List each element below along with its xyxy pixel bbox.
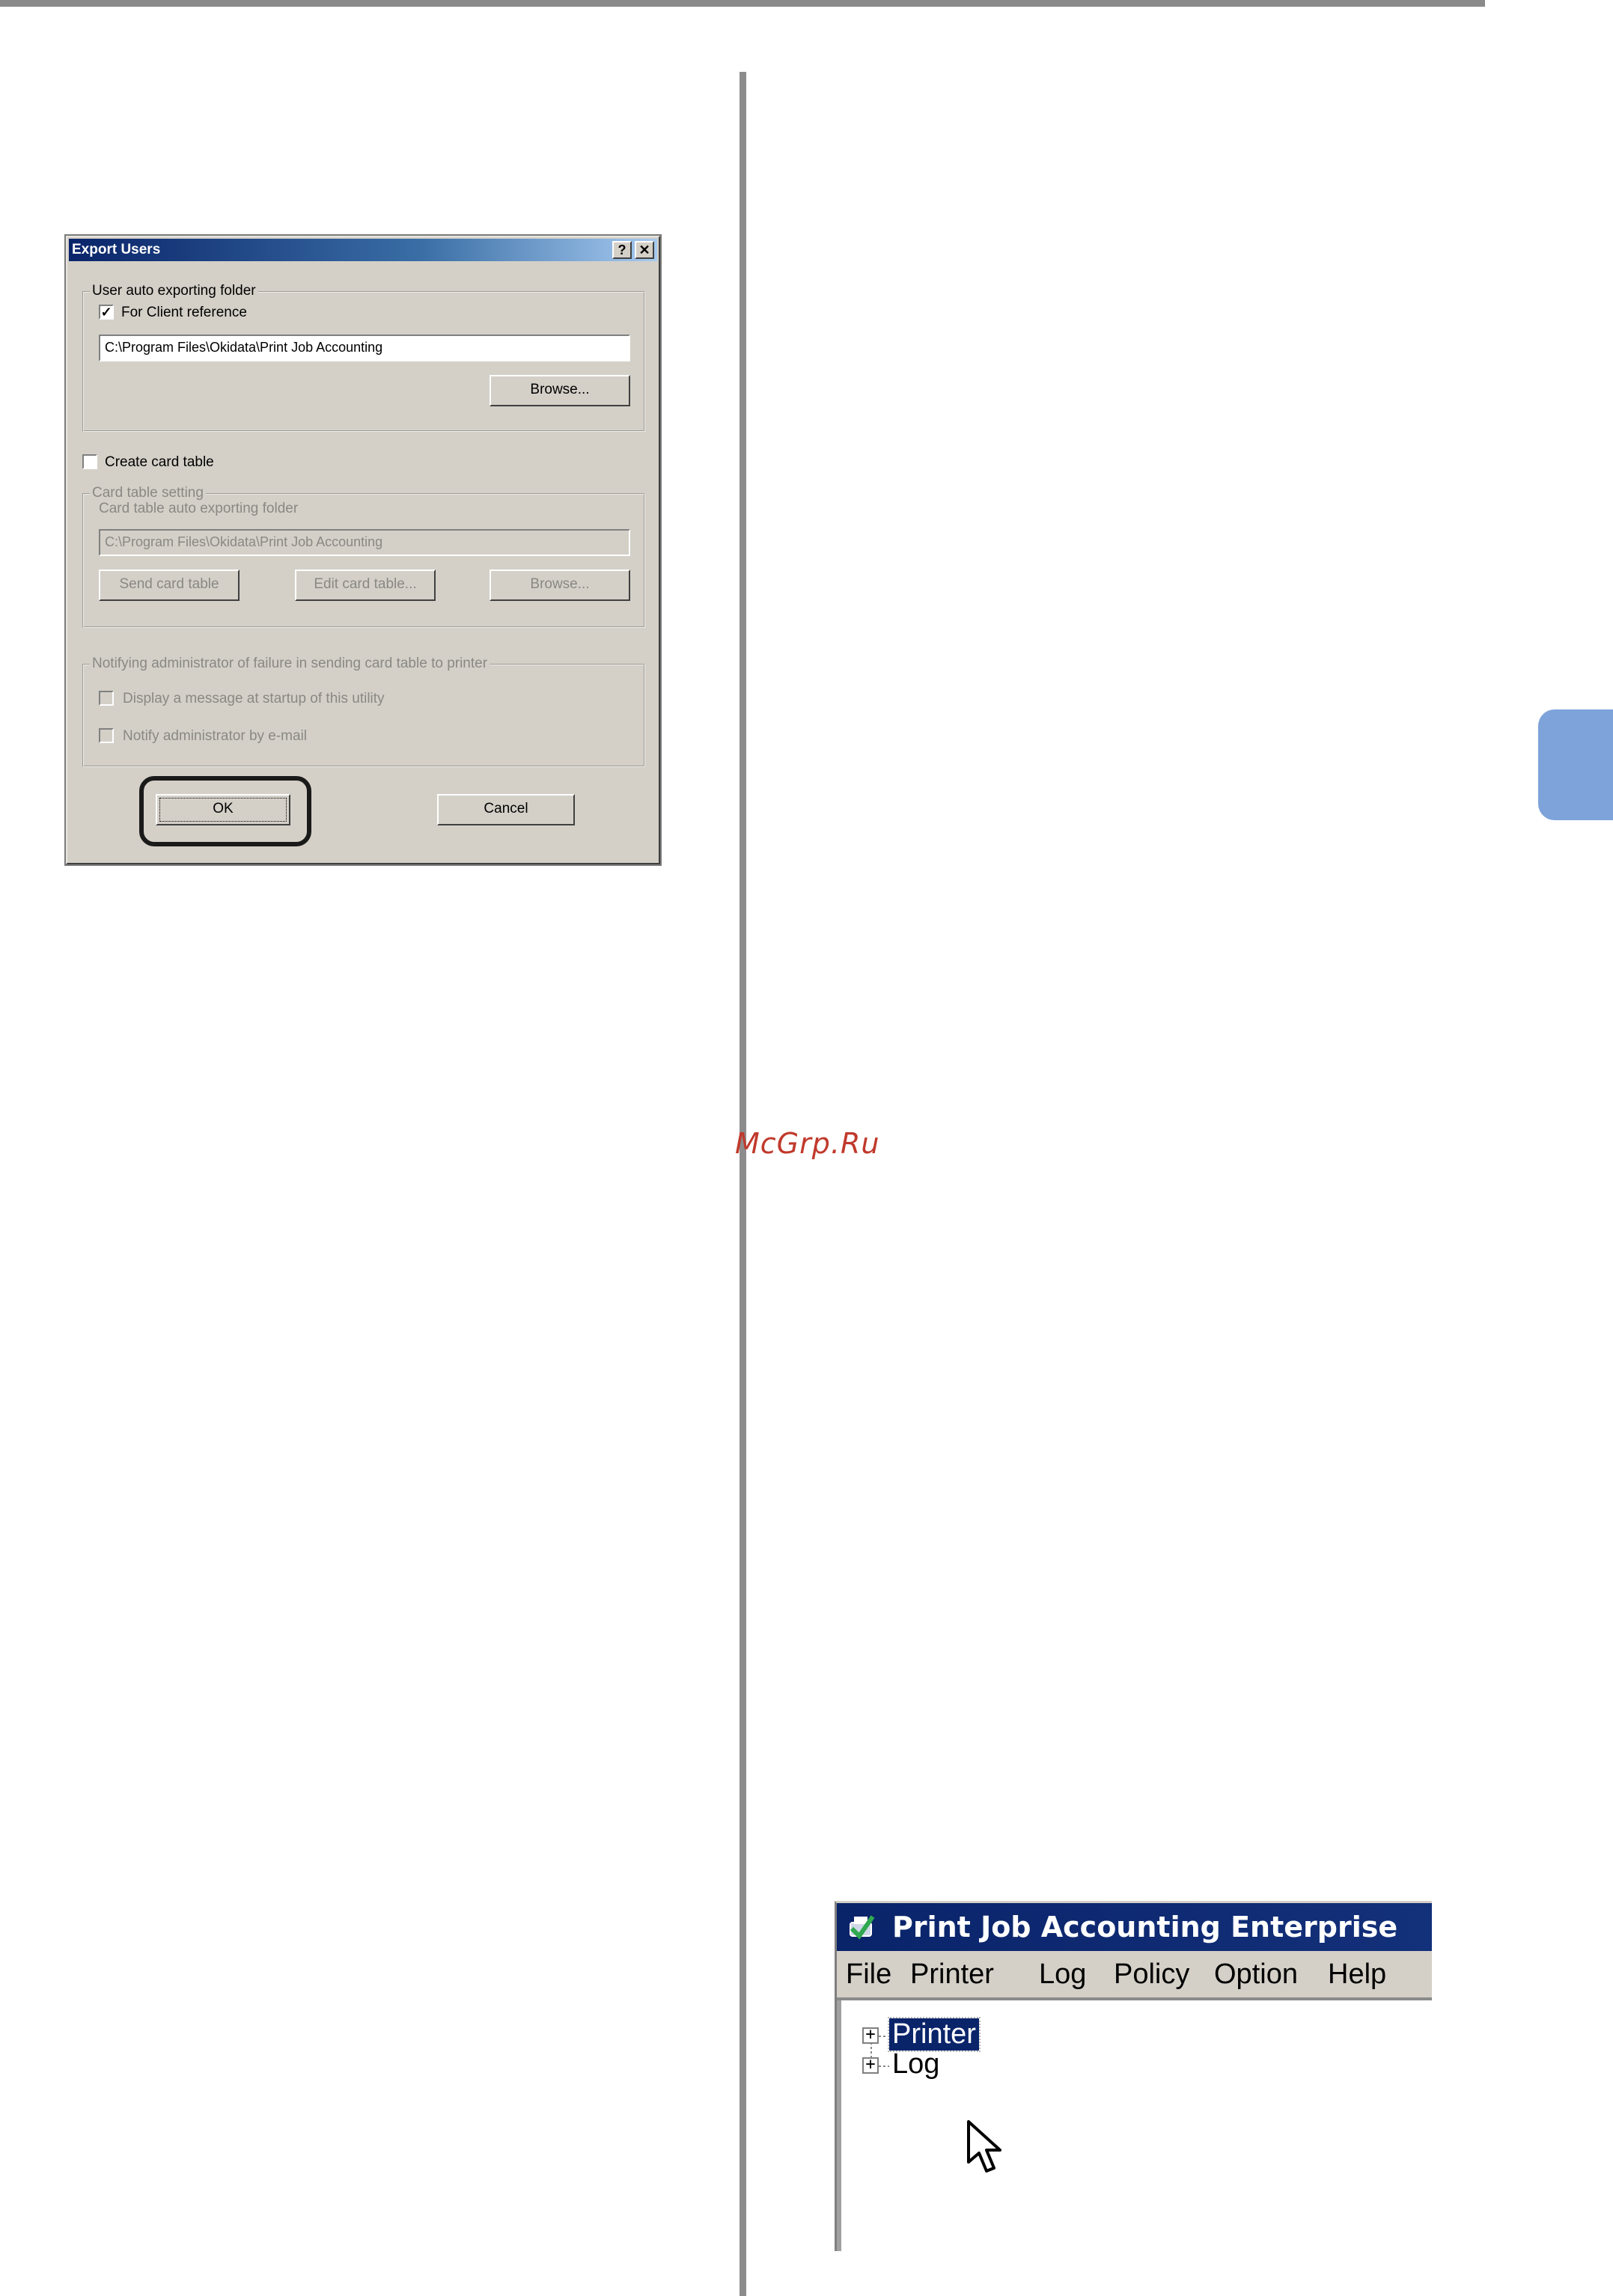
tree-item-printer[interactable]: Printer [888,2017,981,2052]
app-title: Print Job Accounting Enterprise [892,1911,1398,1944]
client-reference-checkbox[interactable]: ✓ [99,305,114,320]
send-card-table-button[interactable]: Send card table [99,570,240,601]
app-logo-icon [850,1915,875,1940]
menu-file[interactable]: File [846,1958,891,1991]
mouse-pointer-icon [967,2120,1001,2173]
help-button[interactable]: ? [612,241,632,259]
tree-item-log[interactable]: Log [892,2048,939,2080]
printer-expander-icon[interactable]: + [862,2027,879,2044]
display-message-checkbox[interactable] [99,691,114,706]
app-titlebar: Print Job Accounting Enterprise [837,1903,1432,1951]
card-table-browse-button[interactable]: Browse... [490,570,630,601]
menu-log[interactable]: Log [1039,1958,1086,1991]
user-export-browse-button[interactable]: Browse... [490,375,630,406]
display-message-label: Display a message at startup of this uti… [123,691,385,706]
menu-option[interactable]: Option [1214,1958,1298,1991]
notify-admin-group: Notifying administrator of failure in se… [82,656,645,767]
close-button[interactable]: ✕ [635,241,654,259]
watermark: McGrp.Ru [735,1127,880,1160]
edit-card-table-button[interactable]: Edit card table... [295,570,436,601]
card-table-group: Card table setting Card table auto expor… [82,485,645,628]
card-table-legend: Card table setting [90,485,206,501]
dialog-title: Export Users [72,242,161,257]
card-table-folder-field[interactable]: C:\Program Files\Okidata\Print Job Accou… [99,529,630,556]
menu-printer[interactable]: Printer [910,1958,994,1991]
user-export-legend: User auto exporting folder [90,283,258,299]
user-export-folder-field[interactable]: C:\Program Files\Okidata\Print Job Accou… [99,335,630,361]
client-reference-label: For Client reference [121,305,247,320]
menu-bar: File Printer Log Policy Option Help [837,1951,1432,2000]
top-rule [0,0,1485,7]
create-card-table-checkbox[interactable] [82,454,97,469]
notify-email-checkbox[interactable] [99,728,114,743]
menu-policy[interactable]: Policy [1114,1958,1189,1991]
notify-email-label: Notify administrator by e-mail [123,728,308,744]
ok-button-highlight [139,776,311,846]
notify-admin-legend: Notifying administrator of failure in se… [90,656,490,672]
log-expander-icon[interactable]: + [862,2057,879,2074]
user-export-group: User auto exporting folder ✓ For Client … [82,283,645,432]
chapter-side-tab [1538,709,1613,820]
dialog-titlebar: Export Users ? ✕ [69,239,657,261]
export-users-dialog: Export Users ? ✕ User auto exporting fol… [64,234,662,866]
cancel-button[interactable]: Cancel [437,794,575,825]
print-job-accounting-window: Print Job Accounting Enterprise File Pri… [835,1901,1432,2251]
create-card-table-label: Create card table [105,454,214,470]
card-table-folder-label: Card table auto exporting folder [99,501,299,516]
column-divider [740,72,746,2296]
navigation-tree: + Printer + Log [837,2000,1432,2251]
menu-help[interactable]: Help [1328,1958,1386,1991]
